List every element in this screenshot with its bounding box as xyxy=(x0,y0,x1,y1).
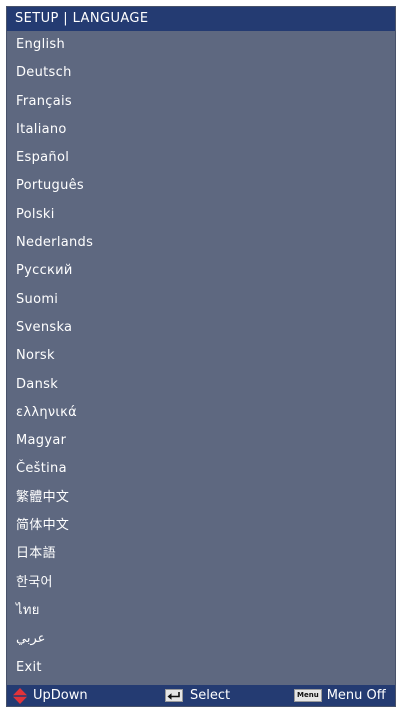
language-option[interactable]: ελληνικά xyxy=(7,399,395,427)
language-option[interactable]: Norsk xyxy=(7,342,395,370)
updown-arrows-icon xyxy=(13,687,27,704)
select-hint: Select xyxy=(165,685,230,706)
language-option[interactable]: Português xyxy=(7,172,395,200)
language-option[interactable]: 简体中文 xyxy=(7,512,395,540)
language-option[interactable]: عربي xyxy=(7,625,395,653)
osd-menu: SETUP | LANGUAGE English Deutsch Françai… xyxy=(6,6,396,707)
language-option[interactable]: Dansk xyxy=(7,371,395,399)
language-option[interactable]: Čeština xyxy=(7,455,395,483)
exit-option[interactable]: Exit xyxy=(7,654,395,682)
menu-title: SETUP | LANGUAGE xyxy=(7,7,395,31)
language-option[interactable]: Polski xyxy=(7,201,395,229)
language-option[interactable]: Italiano xyxy=(7,116,395,144)
menu-key-icon: Menu xyxy=(294,689,322,702)
updown-label: UpDown xyxy=(33,688,88,703)
language-option[interactable]: Русский xyxy=(7,257,395,285)
language-option[interactable]: Français xyxy=(7,88,395,116)
menu-off-label: Menu Off xyxy=(326,688,386,703)
language-option[interactable]: ไทย xyxy=(7,597,395,625)
select-label: Select xyxy=(190,688,231,703)
menu-off-hint: Menu Menu Off xyxy=(294,685,386,706)
language-option[interactable]: Deutsch xyxy=(7,59,395,87)
enter-key-icon xyxy=(165,689,183,702)
updown-hint: UpDown xyxy=(13,685,88,706)
language-option[interactable]: Nederlands xyxy=(7,229,395,257)
language-option[interactable]: Svenska xyxy=(7,314,395,342)
language-option[interactable]: Magyar xyxy=(7,427,395,455)
language-option[interactable]: English xyxy=(7,31,395,59)
language-list: English Deutsch Français Italiano Españo… xyxy=(7,31,395,682)
language-option[interactable]: 繁體中文 xyxy=(7,484,395,512)
language-option[interactable]: 日本語 xyxy=(7,540,395,568)
language-option[interactable]: 한국어 xyxy=(7,569,395,597)
key-hint-bar: UpDown Select Menu Menu Off xyxy=(7,685,395,706)
language-option[interactable]: Suomi xyxy=(7,286,395,314)
language-option[interactable]: Español xyxy=(7,144,395,172)
